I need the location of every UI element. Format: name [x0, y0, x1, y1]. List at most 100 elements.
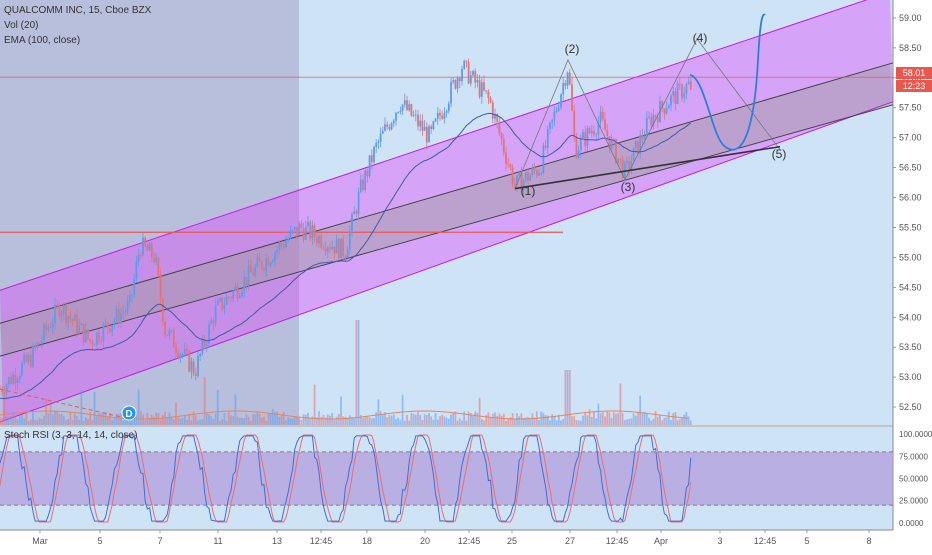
candle-body — [252, 272, 254, 276]
candle-body — [258, 257, 261, 262]
volume-bar — [181, 418, 184, 425]
volume-bar — [366, 416, 369, 425]
candle-body — [346, 249, 349, 258]
candle-body — [538, 173, 540, 176]
candle-body — [441, 115, 444, 119]
volume-bar — [93, 391, 96, 425]
candle-body — [663, 108, 666, 114]
volume-bar — [590, 416, 593, 425]
stoch-rsi-label[interactable]: Stoch RSI (3, 3, 14, 14, close) — [4, 430, 137, 441]
volume-bar — [626, 419, 628, 425]
volume-bar — [529, 418, 532, 425]
volume-bar — [340, 396, 342, 425]
volume-bar — [7, 417, 10, 425]
volume-bar — [663, 417, 666, 425]
candle-body — [579, 137, 582, 151]
candle-body — [179, 353, 182, 358]
volume-bar — [502, 413, 505, 425]
time-tick-label: Apr — [654, 536, 668, 546]
volume-bar — [122, 420, 125, 425]
volume-bar — [241, 417, 243, 425]
volume-bar — [355, 320, 358, 425]
volume-bar — [450, 414, 452, 425]
volume-bar — [632, 413, 635, 425]
volume-bar — [100, 413, 103, 425]
volume-bar — [412, 413, 415, 425]
candle-body — [40, 339, 43, 343]
time-tick-label: 20 — [420, 536, 430, 546]
chart-legend: QUALCOMM INC, 15, Cboe BZX Vol (20) EMA … — [4, 3, 151, 48]
time-tick-label: 3 — [717, 536, 722, 546]
candle-body — [186, 348, 188, 351]
volume-bar — [659, 414, 661, 425]
candle-body — [395, 112, 397, 121]
candle-body — [144, 237, 147, 246]
volume-bar — [18, 415, 21, 425]
candle-body — [62, 304, 65, 314]
candle-body — [172, 330, 175, 348]
volume-bar — [201, 419, 204, 425]
candle-body — [243, 277, 246, 292]
candle-body — [683, 93, 686, 98]
candle-body — [590, 131, 593, 134]
volume-bar — [652, 419, 655, 425]
volume-bar — [232, 416, 235, 425]
ema-indicator-label[interactable]: EMA (100, close) — [4, 33, 151, 48]
volume-bar — [45, 398, 48, 425]
rsi-tick-label: 50.0000 — [899, 475, 928, 484]
volume-bar — [139, 411, 142, 425]
candle-body — [527, 172, 529, 181]
wave-label-2: (2) — [565, 42, 580, 56]
candle-body — [672, 91, 675, 96]
candle-body — [271, 260, 274, 263]
candle-body — [566, 72, 569, 86]
candle-body — [560, 94, 562, 108]
candle-body — [476, 80, 479, 83]
volume-indicator-label[interactable]: Vol (20) — [4, 18, 151, 33]
volume-bar — [678, 419, 681, 425]
volume-bar — [271, 409, 274, 425]
candle-body — [553, 111, 556, 120]
candle-body — [654, 115, 657, 117]
candle-body — [351, 214, 353, 231]
volume-bar — [346, 418, 349, 425]
volume-bar — [166, 418, 169, 425]
volume-bar — [364, 416, 367, 425]
volume-bar — [223, 413, 226, 425]
candle-body — [452, 80, 455, 83]
candle-body — [309, 221, 312, 239]
volume-bar — [362, 417, 364, 425]
volume-bar — [40, 419, 43, 425]
candle-body — [353, 211, 356, 215]
candle-body — [584, 132, 587, 146]
time-tick-label: 13 — [272, 536, 282, 546]
candle-body — [289, 230, 292, 239]
volume-bar — [555, 420, 558, 425]
volume-bar — [106, 416, 109, 425]
candle-body — [612, 139, 615, 140]
wave-label-3: (3) — [621, 180, 636, 194]
candle-body — [599, 111, 602, 123]
volume-bar — [126, 419, 129, 425]
candle-body — [551, 119, 554, 123]
candle-body — [685, 84, 688, 94]
candle-body — [483, 82, 485, 91]
candle-body — [645, 117, 648, 137]
candle-body — [513, 184, 516, 186]
candle-body — [245, 277, 248, 286]
candle-body — [91, 341, 94, 345]
candle-body — [588, 128, 591, 134]
volume-bar — [282, 412, 285, 425]
volume-bar — [144, 419, 147, 425]
volume-bar — [593, 412, 595, 425]
candle-body — [320, 235, 323, 248]
candle-body — [29, 354, 32, 367]
volume-bar — [423, 414, 426, 425]
volume-bar — [410, 412, 413, 425]
price-tick-label: 58.50 — [899, 43, 922, 53]
volume-bar — [480, 419, 483, 425]
volume-bar — [256, 411, 259, 425]
candle-body — [102, 324, 105, 342]
volume-bar — [553, 416, 556, 425]
symbol-title[interactable]: QUALCOMM INC, 15, Cboe BZX — [4, 3, 151, 18]
